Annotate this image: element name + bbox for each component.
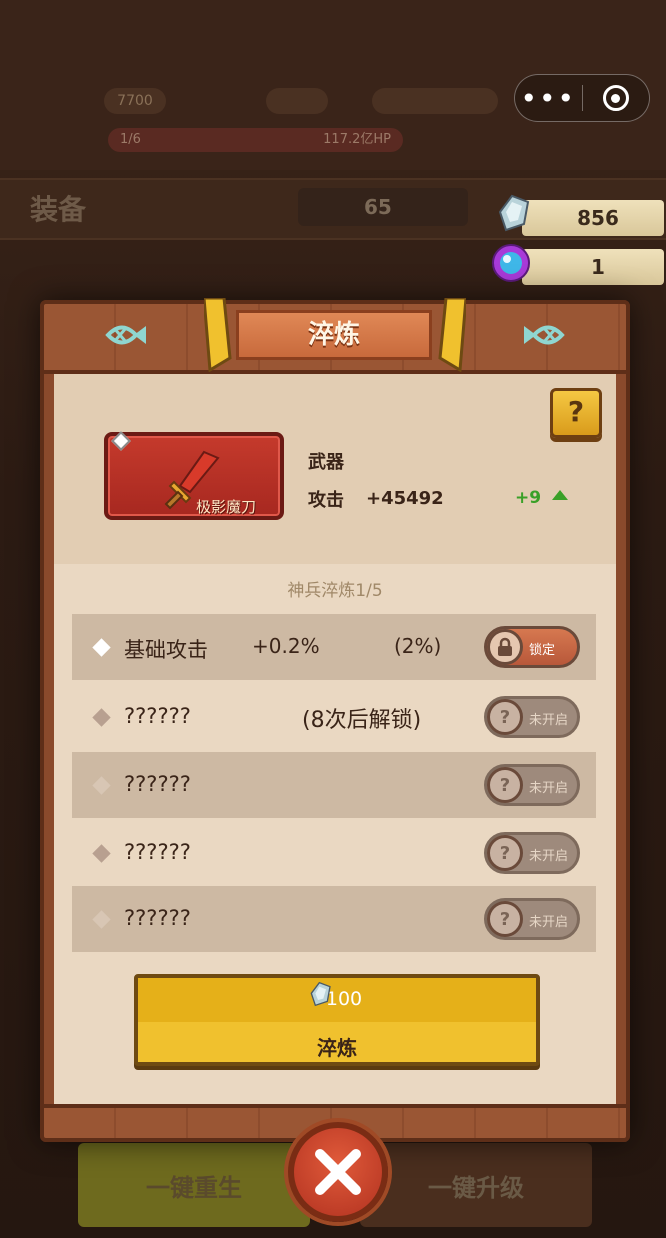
row-label: ?????? bbox=[124, 772, 191, 796]
question-icon: ? bbox=[487, 835, 523, 871]
orb-counter: 1 bbox=[522, 249, 664, 285]
toggle-label: 未开启 bbox=[529, 781, 569, 796]
background-pill-3 bbox=[372, 88, 498, 114]
question-icon: ? bbox=[487, 767, 523, 803]
modal-title: 淬炼 bbox=[236, 310, 432, 360]
refine-button-label: 淬炼 bbox=[317, 1036, 357, 1060]
refine-row: ??????? 未开启 bbox=[72, 752, 596, 818]
level-bonus: +9 bbox=[515, 488, 542, 508]
locked-slot-toggle[interactable]: ? 未开启 bbox=[484, 832, 580, 874]
more-menu-icon[interactable]: ••• bbox=[515, 75, 582, 121]
row-label: 基础攻击 bbox=[124, 638, 208, 662]
row-diamond-icon bbox=[92, 776, 111, 795]
background-upgrade-button: 一键升级 bbox=[360, 1143, 592, 1227]
crystal-icon bbox=[310, 981, 331, 1007]
fish-ornament-icon bbox=[524, 325, 565, 345]
refine-button[interactable]: 100 淬炼 bbox=[134, 974, 540, 1066]
row-label: ?????? bbox=[124, 704, 191, 728]
lock-toggle[interactable]: 锁定 bbox=[484, 626, 580, 668]
row-label: ?????? bbox=[124, 906, 191, 930]
toggle-label: 未开启 bbox=[529, 849, 569, 864]
target-icon bbox=[602, 85, 629, 111]
item-name: 极影魔刀 bbox=[196, 498, 257, 516]
background-boss-hp: 117.2亿HP bbox=[323, 132, 391, 147]
toggle-label: 未开启 bbox=[529, 915, 569, 930]
refine-row: ??????? 未开启 bbox=[72, 820, 596, 886]
locked-slot-toggle[interactable]: ? 未开启 bbox=[484, 764, 580, 806]
row-diamond-icon bbox=[92, 844, 111, 863]
stat-value: +45492 bbox=[366, 488, 444, 509]
refine-row: ?????? (8次后解锁)? 未开启 bbox=[72, 684, 596, 750]
row-value: +0.2% bbox=[252, 634, 320, 658]
question-icon: ? bbox=[487, 901, 523, 937]
row-max-percent: (2%) bbox=[394, 634, 442, 658]
close-miniprogram-button[interactable] bbox=[583, 85, 650, 111]
background-boss-hp-bar: 1/6 117.2亿HP bbox=[108, 128, 403, 152]
background-rebirth-button: 一键重生 bbox=[78, 1143, 310, 1227]
refine-row: 基础攻击 +0.2% (2%) 锁定 bbox=[72, 614, 596, 680]
background-equip-title: 装备 bbox=[30, 193, 87, 226]
refine-progress-label: 神兵淬炼1/5 bbox=[287, 581, 383, 601]
question-icon: ? bbox=[487, 699, 523, 735]
upgrade-arrow-icon bbox=[552, 490, 568, 500]
close-button[interactable] bbox=[288, 1122, 388, 1222]
background-coin-count: 65 bbox=[298, 188, 468, 226]
fish-ornament-icon bbox=[105, 325, 146, 345]
lock-icon bbox=[487, 629, 523, 665]
row-diamond-icon bbox=[92, 708, 111, 727]
crystal-counter: 856 bbox=[522, 200, 664, 236]
row-unlock-hint: (8次后解锁) bbox=[302, 708, 422, 733]
background-stage-progress: 1/6 bbox=[120, 132, 141, 147]
miniprogram-capsule: ••• bbox=[514, 74, 650, 122]
close-icon bbox=[315, 1149, 361, 1195]
toggle-label: 未开启 bbox=[529, 713, 569, 728]
item-type: 武器 bbox=[308, 452, 344, 473]
crystal-icon bbox=[498, 194, 530, 232]
locked-slot-toggle[interactable]: ? 未开启 bbox=[484, 696, 580, 738]
refine-cost: 100 bbox=[325, 988, 363, 1010]
orb-icon bbox=[492, 244, 530, 282]
stat-label: 攻击 bbox=[308, 490, 344, 511]
row-diamond-icon bbox=[92, 638, 111, 657]
locked-slot-toggle[interactable]: ? 未开启 bbox=[484, 898, 580, 940]
background-pill-2 bbox=[266, 88, 328, 114]
toggle-label: 锁定 bbox=[529, 643, 556, 658]
row-label: ?????? bbox=[124, 840, 191, 864]
background-pill-power: 7700 bbox=[104, 88, 166, 114]
refine-row: ??????? 未开启 bbox=[72, 886, 596, 952]
help-button[interactable]: ? bbox=[550, 388, 602, 438]
row-diamond-icon bbox=[92, 910, 111, 929]
